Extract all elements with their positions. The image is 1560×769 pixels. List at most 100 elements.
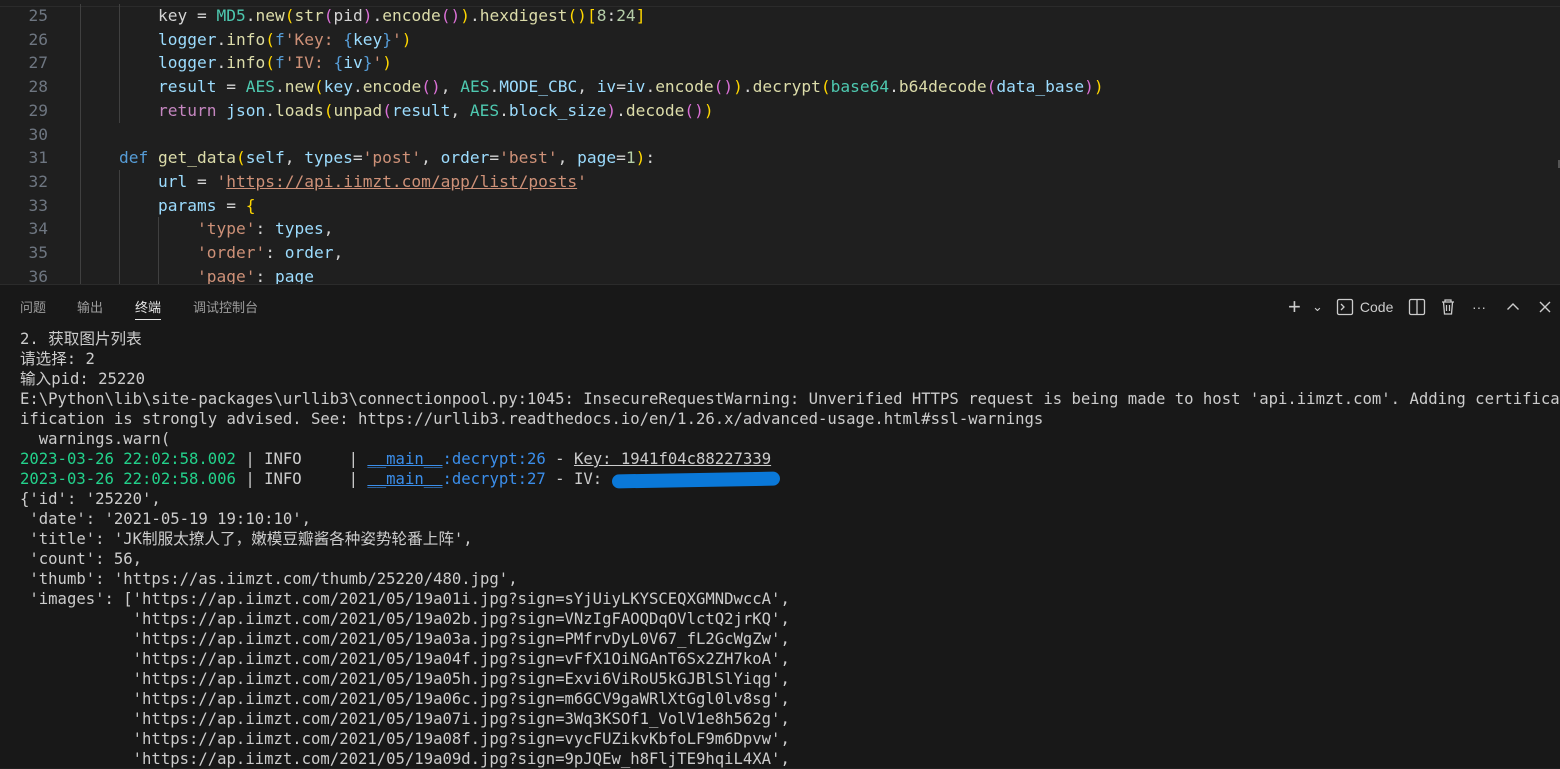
more-actions-icon[interactable]: ··· [1472,295,1486,319]
indent-guide [119,217,120,242]
terminal-line: 'count': 56, [20,550,143,568]
terminal-line: 'https://ap.iimzt.com/2021/05/19a05h.jpg… [20,670,790,688]
log-level: INFO [264,450,302,468]
terminal-line: 'images': ['https://ap.iimzt.com/2021/05… [20,590,790,608]
code-editor[interactable]: 25 key = MD5.new(str(pid).encode()).hexdi… [0,0,1560,284]
code-line: 27 logger.info(f'IV: {iv}') [0,51,1560,76]
terminal-line: 'https://ap.iimzt.com/2021/05/19a04f.jpg… [20,650,790,668]
tab-debug-console[interactable]: 调试控制台 [193,297,258,321]
log-message: IV: [573,470,603,488]
log-line: 2023-03-26 22:02:58.006 | INFO | __main_… [20,469,780,489]
indent-guide [80,241,81,265]
indent-guide [80,264,81,284]
code-line: 34 'type': types, [0,217,1560,242]
indent-guide [80,169,81,194]
terminal-line: ification is strongly advised. See: http… [20,410,1044,428]
code-line: 28 result = AES.new(key.encode(), AES.MOD… [0,75,1560,100]
line-number: 27 [28,53,49,73]
log-module: __main__ [367,450,443,468]
line-number: 31 [28,148,49,168]
line-number: 35 [28,243,49,262]
terminal-line: 'https://ap.iimzt.com/2021/05/19a03a.jpg… [20,630,790,648]
code-text: result = AES.new(key.encode(), AES.MODE_… [158,77,1104,97]
log-message: Key: 1941f04c88227339 [573,450,772,468]
indent-guide [119,241,120,265]
code-line: 26 logger.info(f'Key: {key}') [0,27,1560,52]
log-func: decrypt [451,450,518,468]
code-text: 'order': order, [197,243,344,262]
code-line: 35 'order': order, [0,241,1560,265]
code-line: 36 'page': page [0,264,1560,284]
terminal-line: E:\Python\lib\site-packages\urllib3\conn… [20,390,1560,408]
code-text: 'type': types, [197,219,334,239]
indent-guide [80,51,81,76]
code-text: params = { [158,195,256,215]
terminal-line: 'https://ap.iimzt.com/2021/05/19a06c.jpg… [20,690,790,708]
log-time: 2023-03-26 22:02:58.002 [20,450,236,468]
indent-guide [80,4,81,28]
terminal-line: warnings.warn( [20,430,171,448]
indent-guide [119,75,120,100]
launch-profile-button[interactable]: Code [1336,295,1393,319]
log-time: 2023-03-26 22:02:58.006 [20,470,236,488]
terminal-icon [1336,298,1354,316]
tab-terminal[interactable]: 终端 [135,297,162,320]
terminal-line: 'https://ap.iimzt.com/2021/05/19a08f.jpg… [20,730,790,748]
panel-actions: + ⌄ Code ··· [1280,295,1560,319]
indent-guide [119,169,120,194]
indent-guide [80,193,81,218]
indent-guide [80,217,81,242]
log-module: __main__ [367,470,443,488]
terminal-line: 'https://ap.iimzt.com/2021/05/19a09d.jpg… [20,750,790,768]
terminal-line: 'https://ap.iimzt.com/2021/05/19a07i.jpg… [20,710,790,728]
indent-guide [80,27,81,52]
terminal-output[interactable]: 2. 获取图片列表 请选择: 2 输入pid: 25220 E:\Python\… [0,329,1560,769]
close-icon[interactable] [1538,295,1552,319]
indent-guide [80,98,81,123]
terminal-line: 'https://ap.iimzt.com/2021/05/19a02b.jpg… [20,610,790,628]
indent-guide [158,241,159,265]
line-number: 33 [28,195,49,215]
indent-guide [158,264,159,284]
line-number: 26 [28,29,49,49]
indent-guide [119,4,120,28]
line-number: 25 [28,6,49,25]
log-func: decrypt [451,470,518,488]
terminal-line: {'id': '25220', [20,490,161,508]
code-text: return json.loads(unpad(result, AES.bloc… [158,100,714,120]
tab-problems[interactable]: 问题 [20,297,46,321]
log-line: 2023-03-26 22:02:58.002 | INFO | __main_… [20,450,772,468]
code-line: 32 url = 'https://api.iimzt.com/app/list/… [0,169,1560,194]
indent-guide [119,264,120,284]
code-text: logger.info(f'IV: {iv}') [158,53,392,73]
new-terminal-icon[interactable]: + [1288,295,1301,319]
split-terminal-icon[interactable] [1408,295,1426,319]
code-text: 'page': page [197,266,314,284]
indent-guide [80,146,81,171]
line-number: 29 [28,100,49,120]
terminal-line: 'date': '2021-05-19 19:10:10', [20,510,312,528]
log-lineno: 27 [527,470,546,488]
indent-guide [119,193,120,218]
code-line: 29 return json.loads(unpad(result, AES.bl… [0,98,1560,123]
trash-icon[interactable] [1440,295,1456,319]
terminal-line: 2. 获取图片列表 [20,330,142,348]
log-level: INFO [264,470,302,488]
terminal-line: 输入pid: 25220 [20,370,146,388]
code-text: logger.info(f'Key: {key}') [158,29,412,49]
bottom-panel: 问题 输出 终端 调试控制台 + ⌄ Code ··· 2. 获取图片列表 请选… [0,284,1560,768]
maximize-panel-icon[interactable] [1506,295,1520,319]
indent-guide [158,217,159,242]
tab-output[interactable]: 输出 [77,297,103,321]
redaction-mark [611,471,780,488]
shell-label: Code [1359,299,1394,315]
line-number: 30 [28,124,49,144]
code-text: def get_data(self, types='post', order='… [119,148,656,168]
chevron-down-icon[interactable]: ⌄ [1312,295,1323,319]
code-line: 33 params = { [0,193,1560,218]
line-number: 28 [28,77,49,97]
code-line: 25 key = MD5.new(str(pid).encode()).hexdi… [0,4,1560,28]
terminal-line: 'title': 'JK制服太撩人了，嫩模豆瓣酱各种姿势轮番上阵', [20,530,473,548]
indent-guide [119,51,120,76]
line-number: 32 [28,171,49,191]
